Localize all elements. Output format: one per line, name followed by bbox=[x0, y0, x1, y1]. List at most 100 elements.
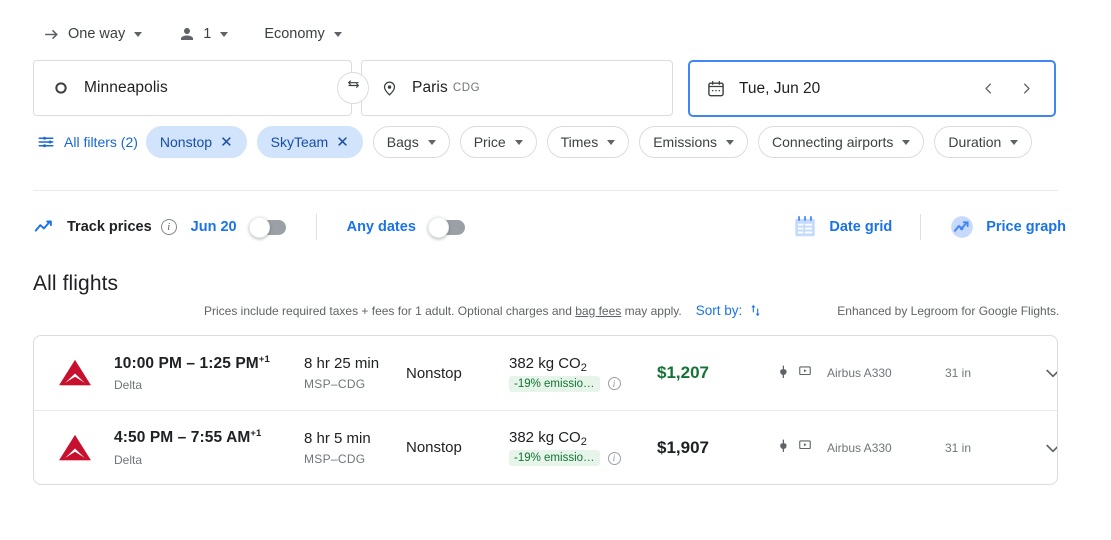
emissions-badge-row: -19% emissio… i bbox=[509, 375, 657, 392]
table-row[interactable]: 4:50 PM – 7:55 AM+1 Delta 8 hr 5 min MSP… bbox=[34, 410, 1057, 484]
flight-times: 4:50 PM – 7:55 AM+1 bbox=[114, 428, 304, 447]
location-pin-icon bbox=[378, 80, 400, 97]
arrow-right-icon bbox=[42, 25, 61, 44]
flight-route: MSP–CDG bbox=[304, 377, 366, 391]
delta-logo-icon bbox=[56, 358, 114, 388]
filter-chip-price[interactable]: Price bbox=[459, 126, 537, 158]
day-offset: +1 bbox=[250, 428, 262, 440]
close-icon[interactable]: ✕ bbox=[220, 135, 233, 150]
all-filters-label: All filters (2) bbox=[64, 134, 138, 150]
close-icon[interactable]: ✕ bbox=[336, 135, 349, 150]
date-grid-button[interactable]: Date grid bbox=[782, 209, 902, 245]
amenities-cell bbox=[779, 438, 827, 457]
filter-chip-label: Connecting airports bbox=[772, 134, 894, 150]
cabin-class-selector[interactable]: Economy bbox=[255, 18, 350, 50]
co2-subscript: 2 bbox=[580, 436, 587, 448]
amenities-cell bbox=[779, 364, 827, 383]
flight-times: 10:00 PM – 1:25 PM+1 bbox=[114, 354, 304, 373]
flight-emissions-cell: 382 kg CO2 -19% emissio… i bbox=[509, 355, 657, 392]
next-date-button[interactable] bbox=[1010, 73, 1042, 105]
filter-chip-label: Emissions bbox=[653, 134, 718, 150]
page-title: All flights bbox=[33, 272, 119, 295]
track-date-toggle[interactable] bbox=[248, 216, 286, 238]
airline-name: Delta bbox=[114, 452, 143, 467]
date-grid-icon bbox=[792, 214, 818, 240]
chevron-down-icon[interactable] bbox=[1035, 355, 1057, 391]
tune-sliders-icon bbox=[37, 133, 55, 151]
table-row[interactable]: 10:00 PM – 1:25 PM+1 Delta 8 hr 25 min M… bbox=[34, 336, 1057, 410]
in-flight-video-icon bbox=[798, 438, 812, 457]
trip-type-selector[interactable]: One way bbox=[33, 18, 151, 50]
flight-duration-cell: 8 hr 25 min MSP–CDG bbox=[304, 355, 406, 391]
aircraft-type: Airbus A330 bbox=[827, 440, 892, 455]
flight-route: MSP–CDG bbox=[304, 451, 366, 466]
emissions-amount: 382 kg CO bbox=[509, 429, 581, 446]
chevron-down-icon bbox=[902, 139, 911, 145]
any-dates-label[interactable]: Any dates bbox=[347, 219, 416, 235]
chevron-down-icon bbox=[427, 139, 436, 145]
filter-chip-label: Bags bbox=[386, 134, 419, 150]
date-nav-controls bbox=[972, 73, 1054, 105]
aircraft-type: Airbus A330 bbox=[827, 366, 892, 380]
destination-input[interactable]: Paris CDG bbox=[361, 60, 673, 116]
chevron-down-icon bbox=[220, 31, 229, 37]
chevron-down-icon bbox=[333, 31, 342, 37]
in-flight-video-icon bbox=[798, 364, 812, 383]
filter-chip-skyteam[interactable]: SkyTeam ✕ bbox=[256, 126, 363, 158]
filter-chip-label: SkyTeam bbox=[270, 134, 329, 150]
flight-duration-cell: 8 hr 5 min MSP–CDG bbox=[304, 430, 406, 466]
filter-chip-times[interactable]: Times bbox=[546, 126, 630, 158]
price-graph-button[interactable]: Price graph bbox=[939, 209, 1076, 245]
previous-date-button[interactable] bbox=[972, 73, 1004, 105]
flight-stops: Nonstop bbox=[406, 439, 462, 456]
flight-duration: 8 hr 5 min bbox=[304, 429, 371, 447]
info-icon[interactable]: i bbox=[607, 377, 621, 390]
emissions-value: 382 kg CO2 bbox=[509, 429, 657, 448]
date-grid-label: Date grid bbox=[829, 219, 893, 235]
passengers-selector[interactable]: 1 bbox=[169, 18, 237, 50]
legroom-value: 31 in bbox=[945, 366, 972, 380]
info-icon[interactable]: i bbox=[607, 451, 621, 465]
legroom-value: 31 in bbox=[945, 440, 972, 455]
price-graph-icon bbox=[949, 214, 975, 240]
origin-input[interactable]: Minneapolis bbox=[33, 60, 352, 116]
disclaimer-post: may apply. bbox=[621, 303, 682, 318]
info-icon[interactable]: i bbox=[160, 219, 177, 235]
airline-name: Delta bbox=[114, 378, 143, 393]
all-filters-button[interactable]: All filters (2) bbox=[33, 126, 146, 158]
trending-line-icon bbox=[33, 216, 55, 238]
chevron-down-icon[interactable] bbox=[1035, 430, 1057, 466]
bag-fees-link[interactable]: bag fees bbox=[575, 304, 621, 318]
cabin-class-label: Economy bbox=[264, 26, 325, 42]
power-outlet-icon bbox=[779, 364, 791, 383]
delta-logo-icon bbox=[56, 433, 114, 463]
filter-chip-label: Nonstop bbox=[159, 134, 213, 150]
swap-origin-destination-button[interactable] bbox=[337, 72, 369, 104]
chevron-down-icon bbox=[607, 139, 616, 145]
flight-stops: Nonstop bbox=[406, 364, 462, 382]
filter-chip-bags[interactable]: Bags bbox=[372, 126, 450, 158]
departure-date-field[interactable]: Tue, Jun 20 bbox=[688, 60, 1056, 117]
filters-row: All filters (2) Nonstop ✕ SkyTeam ✕ Bags… bbox=[33, 126, 1078, 158]
filter-chip-duration[interactable]: Duration bbox=[934, 126, 1033, 158]
filter-chip-nonstop[interactable]: Nonstop ✕ bbox=[145, 126, 247, 158]
divider bbox=[920, 214, 922, 240]
sort-by-label: Sort by: bbox=[695, 303, 743, 318]
flight-emissions-cell: 382 kg CO2 -19% emissio… i bbox=[509, 429, 657, 466]
flight-times-cell: 10:00 PM – 1:25 PM+1 Delta bbox=[114, 354, 304, 392]
track-prices-label: Track prices bbox=[67, 219, 152, 235]
chevron-down-icon bbox=[1010, 139, 1019, 145]
person-icon bbox=[178, 25, 196, 43]
filter-chip-emissions[interactable]: Emissions bbox=[639, 126, 749, 158]
expand-cell bbox=[1035, 355, 1057, 391]
track-date-label[interactable]: Jun 20 bbox=[191, 219, 237, 235]
status-badge: -19% emissio… bbox=[509, 450, 600, 466]
destination-code: CDG bbox=[452, 82, 481, 94]
destination-value: Paris bbox=[412, 79, 448, 96]
sort-by-control[interactable]: Sort by: bbox=[696, 303, 764, 318]
filter-chip-label: Times bbox=[560, 134, 599, 150]
view-tools: Date grid Price graph bbox=[782, 210, 1076, 244]
any-dates-toggle[interactable] bbox=[427, 216, 465, 238]
filter-chip-connecting-airports[interactable]: Connecting airports bbox=[758, 126, 925, 158]
flight-times-cell: 4:50 PM – 7:55 AM+1 Delta bbox=[114, 428, 304, 466]
